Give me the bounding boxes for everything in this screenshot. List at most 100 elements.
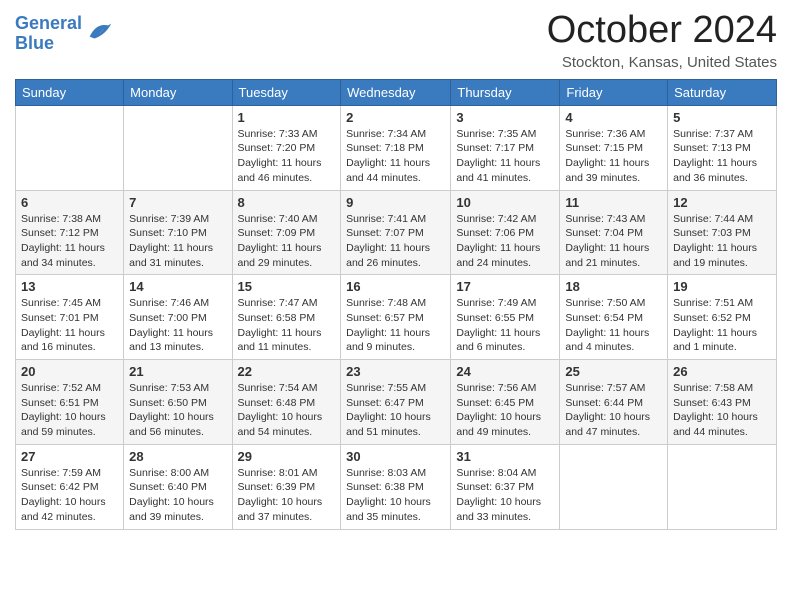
day-number: 30 bbox=[346, 449, 445, 464]
day-info: Sunrise: 8:00 AM Sunset: 6:40 PM Dayligh… bbox=[129, 466, 226, 525]
day-info: Sunrise: 7:53 AM Sunset: 6:50 PM Dayligh… bbox=[129, 381, 226, 440]
day-number: 23 bbox=[346, 364, 445, 379]
day-info: Sunrise: 7:51 AM Sunset: 6:52 PM Dayligh… bbox=[673, 296, 771, 355]
day-number: 13 bbox=[21, 279, 118, 294]
table-row: 3 Sunrise: 7:35 AM Sunset: 7:17 PM Daylig… bbox=[451, 105, 560, 190]
day-number: 26 bbox=[673, 364, 771, 379]
day-number: 19 bbox=[673, 279, 771, 294]
day-info: Sunrise: 8:04 AM Sunset: 6:37 PM Dayligh… bbox=[456, 466, 554, 525]
day-number: 22 bbox=[238, 364, 336, 379]
calendar-week-4: 20 Sunrise: 7:52 AM Sunset: 6:51 PM Dayli… bbox=[16, 360, 777, 445]
table-row: 24 Sunrise: 7:56 AM Sunset: 6:45 PM Dayli… bbox=[451, 360, 560, 445]
day-number: 18 bbox=[565, 279, 662, 294]
day-number: 14 bbox=[129, 279, 226, 294]
table-row: 31 Sunrise: 8:04 AM Sunset: 6:37 PM Dayli… bbox=[451, 444, 560, 529]
table-row: 26Sunrise: 7:58 AM Sunset: 6:43 PM Dayli… bbox=[668, 360, 777, 445]
calendar-table: Sunday Monday Tuesday Wednesday Thursday… bbox=[15, 79, 777, 530]
day-info: Sunrise: 7:35 AM Sunset: 7:17 PM Dayligh… bbox=[456, 127, 554, 186]
table-row: 6Sunrise: 7:38 AM Sunset: 7:12 PM Daylig… bbox=[16, 190, 124, 275]
col-sunday: Sunday bbox=[16, 79, 124, 105]
table-row: 17Sunrise: 7:49 AM Sunset: 6:55 PM Dayli… bbox=[451, 275, 560, 360]
day-info: Sunrise: 7:48 AM Sunset: 6:57 PM Dayligh… bbox=[346, 296, 445, 355]
day-info: Sunrise: 7:33 AM Sunset: 7:20 PM Dayligh… bbox=[238, 127, 336, 186]
table-row: 23 Sunrise: 7:55 AM Sunset: 6:47 PM Dayli… bbox=[341, 360, 451, 445]
page: General Blue October 2024 Stockton, Kans… bbox=[0, 0, 792, 545]
day-info: Sunrise: 7:52 AM Sunset: 6:51 PM Dayligh… bbox=[21, 381, 118, 440]
logo-bird-icon bbox=[85, 18, 113, 46]
table-row: 25 Sunrise: 7:57 AM Sunset: 6:44 PM Dayli… bbox=[560, 360, 668, 445]
col-monday: Monday bbox=[124, 79, 232, 105]
table-row: 11Sunrise: 7:43 AM Sunset: 7:04 PM Dayli… bbox=[560, 190, 668, 275]
table-row: 18 Sunrise: 7:50 AM Sunset: 6:54 PM Dayli… bbox=[560, 275, 668, 360]
day-info: Sunrise: 7:59 AM Sunset: 6:42 PM Dayligh… bbox=[21, 466, 118, 525]
table-row bbox=[668, 444, 777, 529]
day-number: 10 bbox=[456, 195, 554, 210]
col-wednesday: Wednesday bbox=[341, 79, 451, 105]
calendar-week-5: 27 Sunrise: 7:59 AM Sunset: 6:42 PM Dayli… bbox=[16, 444, 777, 529]
table-row: 16Sunrise: 7:48 AM Sunset: 6:57 PM Dayli… bbox=[341, 275, 451, 360]
day-info: Sunrise: 8:01 AM Sunset: 6:39 PM Dayligh… bbox=[238, 466, 336, 525]
calendar-week-1: 1 Sunrise: 7:33 AM Sunset: 7:20 PM Daylig… bbox=[16, 105, 777, 190]
table-row: 20 Sunrise: 7:52 AM Sunset: 6:51 PM Dayli… bbox=[16, 360, 124, 445]
table-row: 7 Sunrise: 7:39 AM Sunset: 7:10 PM Daylig… bbox=[124, 190, 232, 275]
logo-line1: General bbox=[15, 13, 82, 33]
table-row: 2Sunrise: 7:34 AM Sunset: 7:18 PM Daylig… bbox=[341, 105, 451, 190]
day-info: Sunrise: 7:49 AM Sunset: 6:55 PM Dayligh… bbox=[456, 296, 554, 355]
table-row: 13 Sunrise: 7:45 AM Sunset: 7:01 PM Dayli… bbox=[16, 275, 124, 360]
day-number: 24 bbox=[456, 364, 554, 379]
table-row: 10 Sunrise: 7:42 AM Sunset: 7:06 PM Dayli… bbox=[451, 190, 560, 275]
table-row: 21Sunrise: 7:53 AM Sunset: 6:50 PM Dayli… bbox=[124, 360, 232, 445]
day-number: 20 bbox=[21, 364, 118, 379]
day-number: 6 bbox=[21, 195, 118, 210]
day-info: Sunrise: 7:55 AM Sunset: 6:47 PM Dayligh… bbox=[346, 381, 445, 440]
table-row: 28 Sunrise: 8:00 AM Sunset: 6:40 PM Dayli… bbox=[124, 444, 232, 529]
day-number: 2 bbox=[346, 110, 445, 125]
table-row: 30 Sunrise: 8:03 AM Sunset: 6:38 PM Dayli… bbox=[341, 444, 451, 529]
day-info: Sunrise: 7:37 AM Sunset: 7:13 PM Dayligh… bbox=[673, 127, 771, 186]
calendar-week-2: 6Sunrise: 7:38 AM Sunset: 7:12 PM Daylig… bbox=[16, 190, 777, 275]
table-row: 1 Sunrise: 7:33 AM Sunset: 7:20 PM Daylig… bbox=[232, 105, 341, 190]
day-info: Sunrise: 7:46 AM Sunset: 7:00 PM Dayligh… bbox=[129, 296, 226, 355]
day-info: Sunrise: 7:43 AM Sunset: 7:04 PM Dayligh… bbox=[565, 212, 662, 271]
col-saturday: Saturday bbox=[668, 79, 777, 105]
day-number: 12 bbox=[673, 195, 771, 210]
day-number: 1 bbox=[238, 110, 336, 125]
day-number: 31 bbox=[456, 449, 554, 464]
day-info: Sunrise: 8:03 AM Sunset: 6:38 PM Dayligh… bbox=[346, 466, 445, 525]
table-row: 15Sunrise: 7:47 AM Sunset: 6:58 PM Dayli… bbox=[232, 275, 341, 360]
table-row: 9 Sunrise: 7:41 AM Sunset: 7:07 PM Daylig… bbox=[341, 190, 451, 275]
day-info: Sunrise: 7:36 AM Sunset: 7:15 PM Dayligh… bbox=[565, 127, 662, 186]
table-row bbox=[124, 105, 232, 190]
day-info: Sunrise: 7:50 AM Sunset: 6:54 PM Dayligh… bbox=[565, 296, 662, 355]
day-info: Sunrise: 7:45 AM Sunset: 7:01 PM Dayligh… bbox=[21, 296, 118, 355]
col-friday: Friday bbox=[560, 79, 668, 105]
day-info: Sunrise: 7:40 AM Sunset: 7:09 PM Dayligh… bbox=[238, 212, 336, 271]
day-info: Sunrise: 7:39 AM Sunset: 7:10 PM Dayligh… bbox=[129, 212, 226, 271]
day-number: 25 bbox=[565, 364, 662, 379]
table-row: 19 Sunrise: 7:51 AM Sunset: 6:52 PM Dayli… bbox=[668, 275, 777, 360]
day-info: Sunrise: 7:57 AM Sunset: 6:44 PM Dayligh… bbox=[565, 381, 662, 440]
table-row bbox=[560, 444, 668, 529]
day-number: 3 bbox=[456, 110, 554, 125]
day-number: 9 bbox=[346, 195, 445, 210]
title-block: October 2024 Stockton, Kansas, United St… bbox=[547, 10, 777, 71]
day-info: Sunrise: 7:41 AM Sunset: 7:07 PM Dayligh… bbox=[346, 212, 445, 271]
calendar-week-3: 13 Sunrise: 7:45 AM Sunset: 7:01 PM Dayli… bbox=[16, 275, 777, 360]
table-row: 4Sunrise: 7:36 AM Sunset: 7:15 PM Daylig… bbox=[560, 105, 668, 190]
day-number: 28 bbox=[129, 449, 226, 464]
day-info: Sunrise: 7:54 AM Sunset: 6:48 PM Dayligh… bbox=[238, 381, 336, 440]
day-info: Sunrise: 7:44 AM Sunset: 7:03 PM Dayligh… bbox=[673, 212, 771, 271]
day-number: 27 bbox=[21, 449, 118, 464]
day-info: Sunrise: 7:56 AM Sunset: 6:45 PM Dayligh… bbox=[456, 381, 554, 440]
table-row: 14 Sunrise: 7:46 AM Sunset: 7:00 PM Dayli… bbox=[124, 275, 232, 360]
day-number: 7 bbox=[129, 195, 226, 210]
day-info: Sunrise: 7:42 AM Sunset: 7:06 PM Dayligh… bbox=[456, 212, 554, 271]
table-row: 27 Sunrise: 7:59 AM Sunset: 6:42 PM Dayli… bbox=[16, 444, 124, 529]
table-row bbox=[16, 105, 124, 190]
calendar-header-row: Sunday Monday Tuesday Wednesday Thursday… bbox=[16, 79, 777, 105]
logo: General Blue bbox=[15, 14, 113, 54]
day-number: 8 bbox=[238, 195, 336, 210]
header: General Blue October 2024 Stockton, Kans… bbox=[15, 10, 777, 71]
logo-line2: Blue bbox=[15, 33, 54, 53]
table-row: 5Sunrise: 7:37 AM Sunset: 7:13 PM Daylig… bbox=[668, 105, 777, 190]
